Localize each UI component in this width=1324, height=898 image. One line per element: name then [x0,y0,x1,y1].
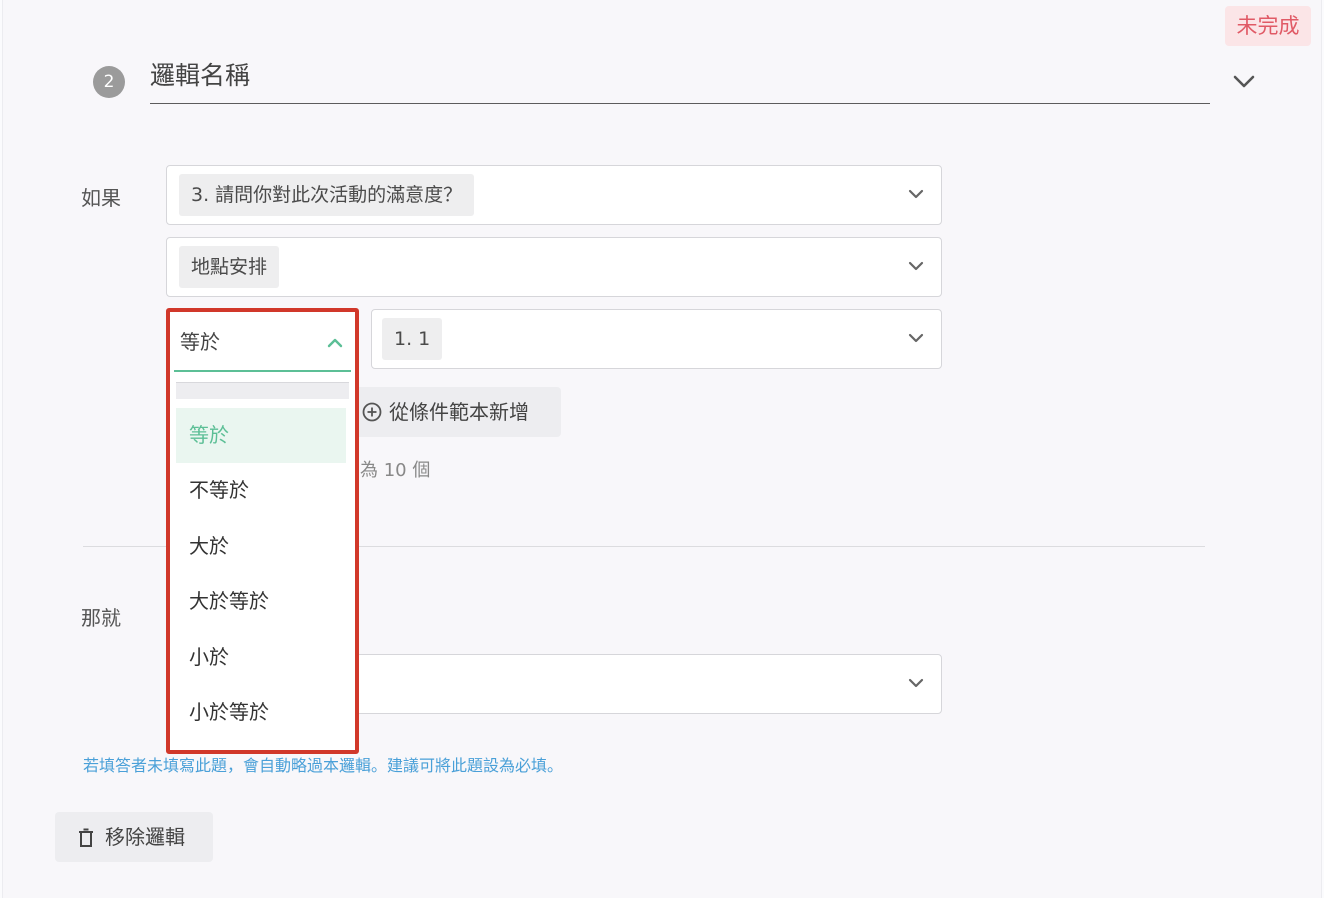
then-label: 那就 [81,606,121,630]
sub-item-select[interactable]: 地點安排 [166,237,942,297]
operator-option-less-equal[interactable]: 小於等於 [176,685,346,740]
operator-select[interactable]: 等於 [174,316,351,372]
status-badge: 未完成 [1225,6,1311,46]
chevron-down-icon [908,678,924,688]
condition-limit-text: 為 10 個 [360,460,431,481]
skip-logic-hint: 若填答者未填寫此題，會自動略過本邏輯。建議可將此題設為必填。 [83,756,564,775]
value-select[interactable]: 1. 1 [371,309,942,369]
operator-dropdown[interactable]: 等於 等於 不等於 大於 大於等於 小於 小於等於 [166,308,359,754]
chevron-up-icon [327,338,343,348]
collapse-chevron-icon[interactable] [1229,66,1259,96]
question-select[interactable]: 3. 請問你對此次活動的滿意度？ [166,165,942,225]
operator-options: 等於 不等於 大於 大於等於 小於 小於等於 [176,408,346,740]
operator-option-greater-equal[interactable]: 大於等於 [176,574,346,629]
operator-option-equal[interactable]: 等於 [176,408,346,464]
add-circle-icon [362,402,382,422]
sub-item-chip: 地點安排 [179,246,280,288]
step-number: 2 [93,66,125,98]
chevron-down-icon [908,333,924,343]
chevron-down-icon [908,189,924,199]
logic-card: 未完成 2 邏輯名稱 如果 3. 請問你對此次活動的滿意度？ 地點安排 1. 1… [2,0,1322,898]
title-underline [150,103,1210,104]
operator-option-greater[interactable]: 大於 [176,519,346,574]
logic-name-input[interactable]: 邏輯名稱 [150,58,250,94]
question-chip: 3. 請問你對此次活動的滿意度？ [179,174,475,216]
dropdown-underlay [176,382,349,399]
remove-logic-label: 移除邏輯 [105,825,185,849]
remove-logic-button[interactable]: 移除邏輯 [55,812,213,862]
trash-icon [79,828,93,847]
value-chip: 1. 1 [382,318,443,360]
operator-option-less[interactable]: 小於 [176,630,346,685]
add-from-template-button[interactable]: 從條件範本新增 [339,387,561,437]
chevron-down-icon [908,261,924,271]
operator-value: 等於 [180,330,220,354]
add-from-template-label: 從條件範本新增 [389,400,529,424]
if-label: 如果 [81,186,121,210]
operator-option-not-equal[interactable]: 不等於 [176,463,346,518]
